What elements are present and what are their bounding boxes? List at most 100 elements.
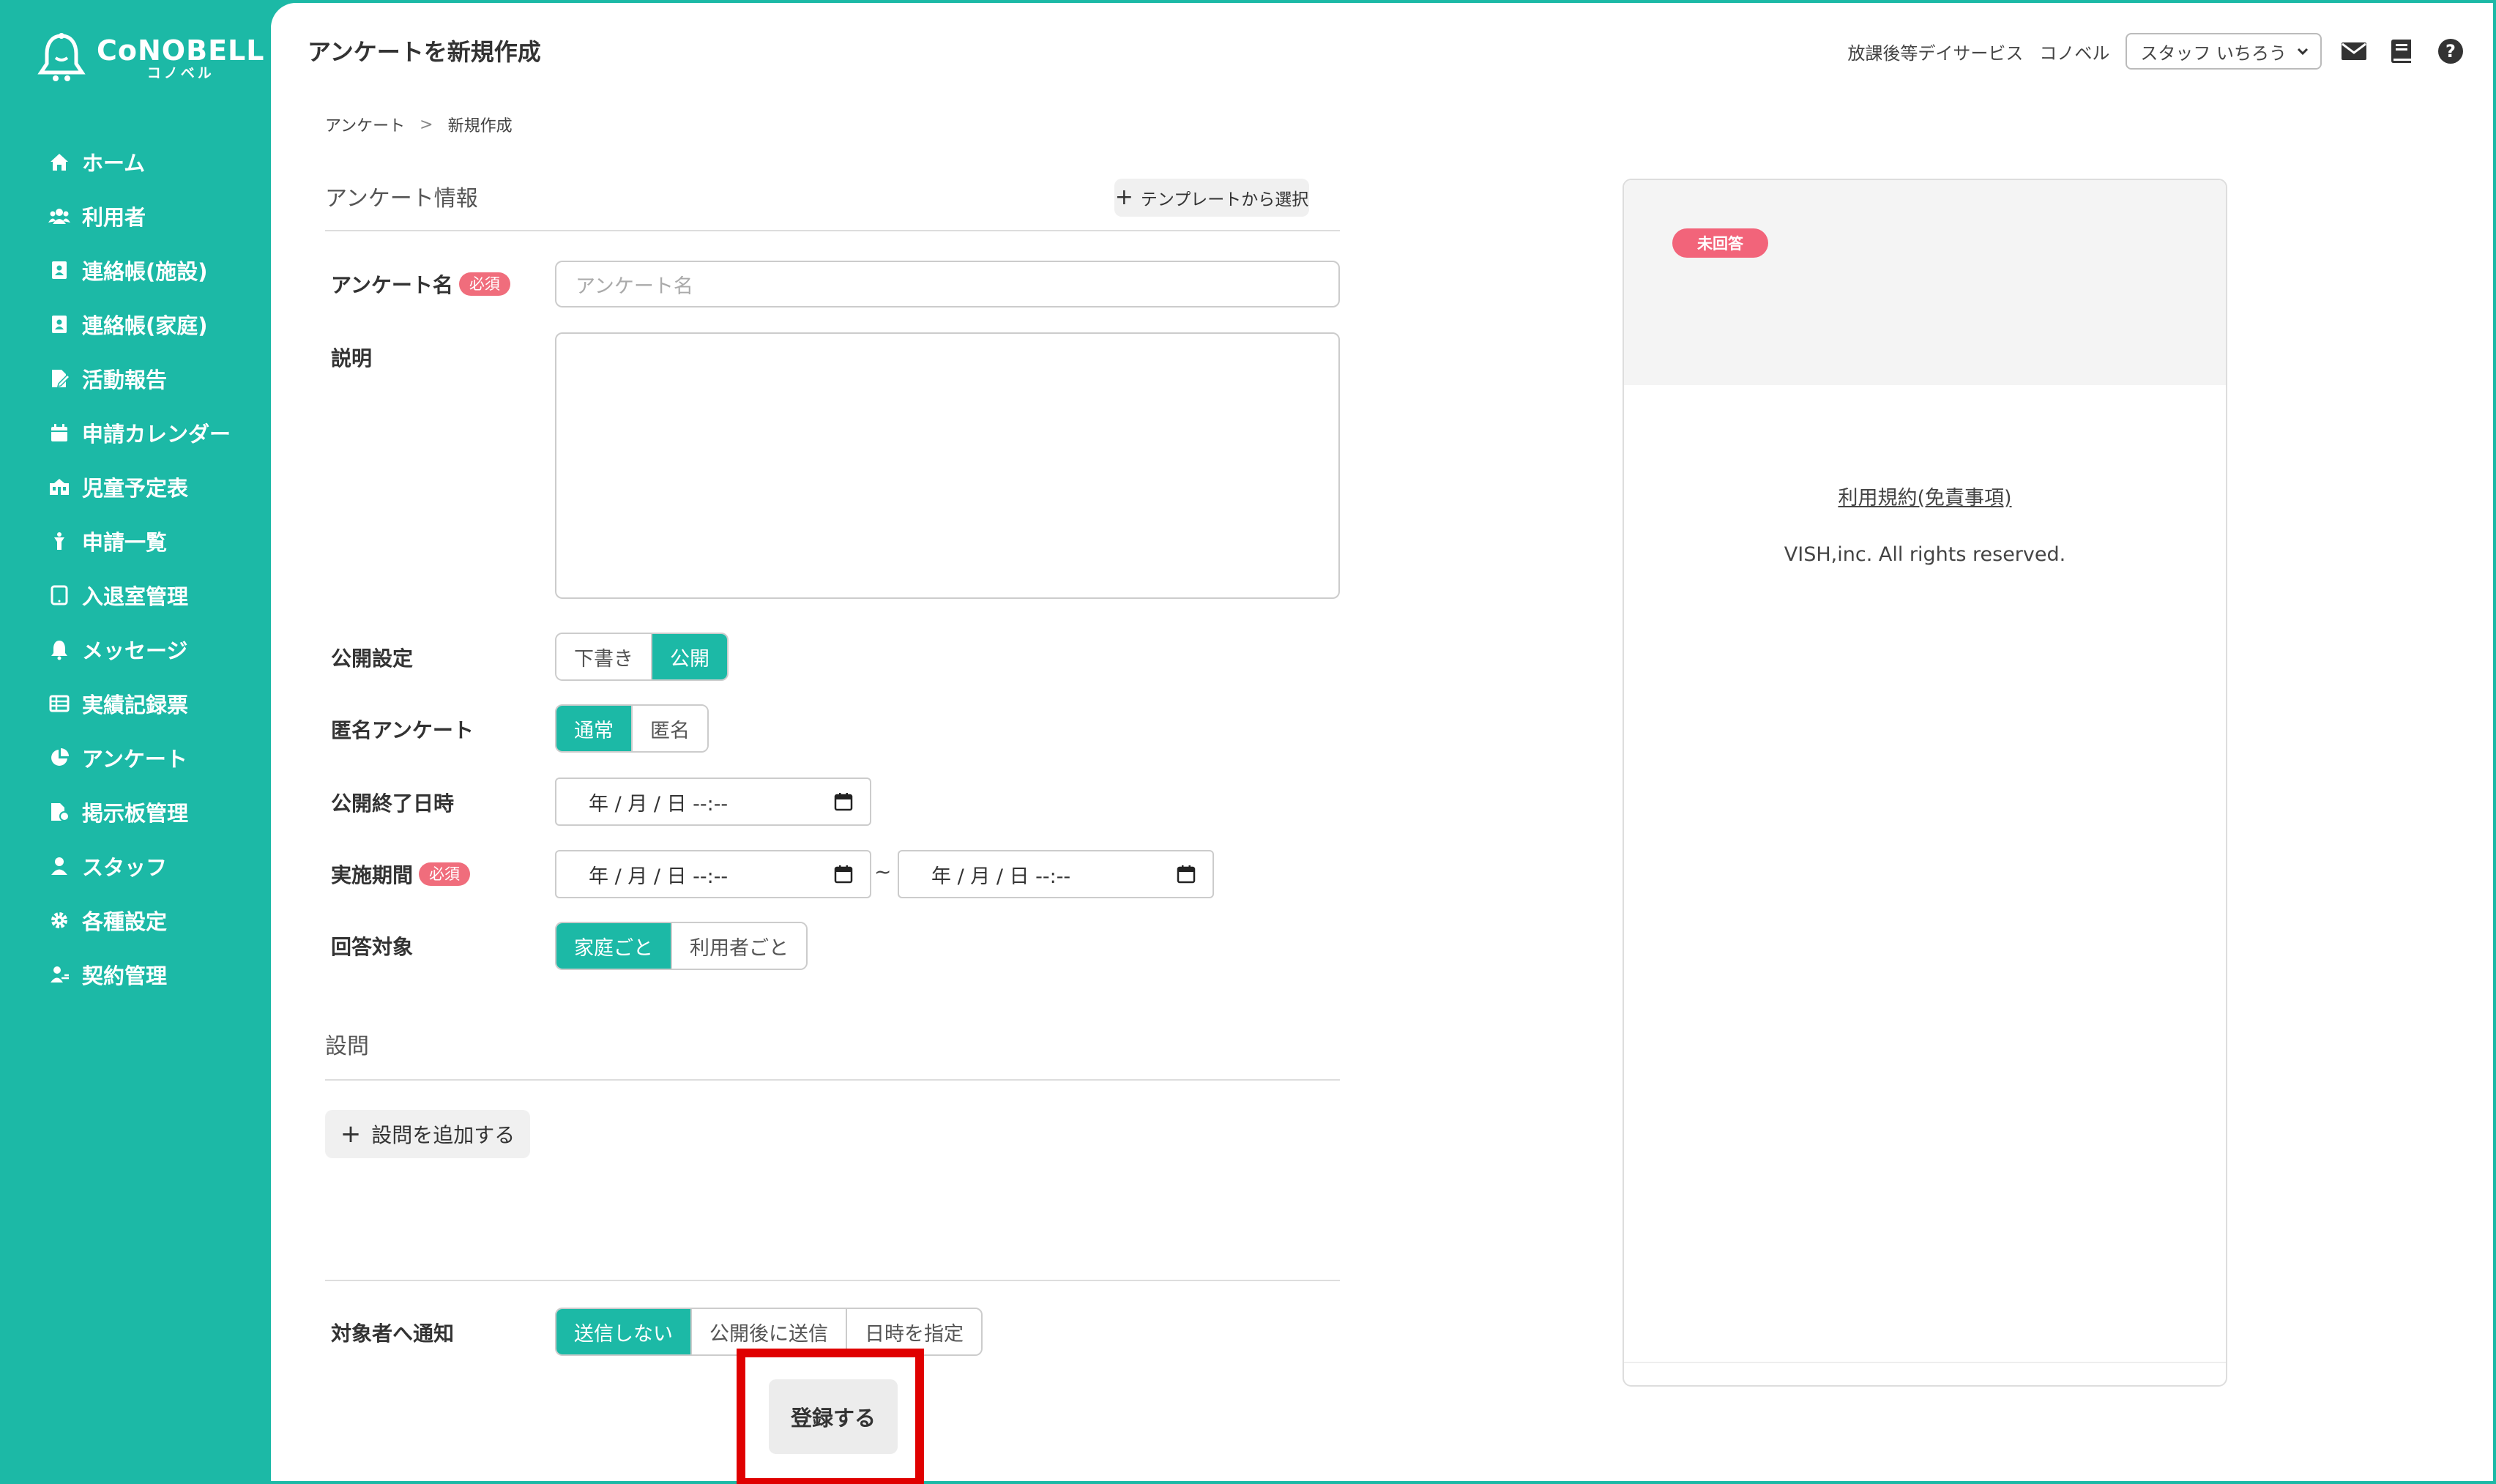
service-name: コノベル [2039,42,2110,64]
response-target-label: 回答対象 [331,935,414,959]
bell-icon [47,637,72,662]
anonymous-label: 匿名アンケート [331,718,474,742]
description-textarea[interactable] [555,332,1340,599]
sidebar-item-label: 連絡帳(施設) [82,259,208,284]
required-badge: 必須 [419,862,471,886]
sidebar-item-activity-report[interactable]: 活動報告 [47,351,231,406]
sidebar-item-label: 連絡帳(家庭) [82,313,208,338]
users-icon [47,204,72,228]
response-target-toggle: 家庭ごと 利用者ごと [555,922,808,970]
sidebar-item-label: 入退室管理 [82,584,189,609]
sidebar-item-request-list[interactable]: 申請一覧 [47,514,231,568]
sidebar-item-label: 実績記録票 [82,693,189,717]
svg-text:?: ? [2445,41,2456,61]
target-option-user[interactable]: 利用者ごと [672,923,806,969]
sidebar-item-child-schedule[interactable]: 児童予定表 [47,460,231,514]
publish-option-draft[interactable]: 下書き [556,634,652,679]
add-question-label: 設問を追加する [371,1123,515,1147]
request-icon [47,529,72,553]
publish-end-datetime-input[interactable]: 年 / 月 / 日 --:-- [555,778,871,826]
sidebar-item-survey[interactable]: アンケート [47,731,231,785]
anonymous-option-normal[interactable]: 通常 [556,706,633,751]
period-separator: ~ [874,860,892,884]
notify-option-schedule[interactable]: 日時を指定 [847,1309,981,1354]
breadcrumb-item-survey[interactable]: アンケート [325,113,405,136]
add-question-button[interactable]: + 設問を追加する [325,1110,530,1158]
sidebar-item-settings[interactable]: 各種設定 [47,893,231,947]
table-icon [47,691,72,716]
status-badge: 未回答 [1672,228,1768,258]
survey-name-label: アンケート名 必須 [331,269,510,299]
select-template-label: テンプレートから選択 [1140,190,1309,209]
publish-setting-toggle: 下書き 公開 [555,633,729,681]
sidebar-item-home[interactable]: ホーム [47,135,231,189]
survey-name-input[interactable]: アンケート名 [555,261,1340,307]
calendar-icon[interactable] [833,864,854,884]
target-option-household[interactable]: 家庭ごと [556,923,672,969]
publish-option-public[interactable]: 公開 [652,634,727,679]
section-title: アンケート情報 [325,186,478,212]
notify-option-after-publish[interactable]: 公開後に送信 [692,1309,847,1354]
staff-select[interactable]: スタッフ いちろう [2126,33,2322,70]
book-icon[interactable] [2386,35,2418,67]
brand-name: CoNOBELL [97,34,265,67]
terms-link[interactable]: 利用規約(免責事項) [1624,482,2226,510]
anonymous-option-anonymous[interactable]: 匿名 [633,706,707,751]
bell-logo-icon [37,33,86,81]
period-start-datetime-input[interactable]: 年 / 月 / 日 --:-- [555,850,871,898]
description-label: 説明 [331,346,373,370]
staff-icon [47,854,72,879]
survey-preview: 未回答 利用規約(免責事項) VISH,inc. All rights rese… [1623,179,2227,1387]
sidebar-item-label: ホーム [82,151,146,176]
publish-end-label: 公開終了日時 [331,791,455,816]
publish-setting-label: 公開設定 [331,646,414,671]
home-icon [47,149,72,174]
preview-header: 未回答 [1624,180,2226,385]
gear-icon [47,908,72,933]
brand-sub: コノベル [146,65,215,81]
sidebar-item-staff[interactable]: スタッフ [47,839,231,893]
breadcrumb-separator: > [420,115,433,134]
sidebar-item-board-management[interactable]: 掲示板管理 [47,785,231,839]
contract-icon [47,962,72,987]
sidebar-item-label: アンケート [82,747,187,772]
register-button[interactable]: 登録する [769,1379,898,1454]
board-icon [47,799,72,824]
help-icon[interactable]: ? [2434,35,2467,67]
sidebar-item-contact-facility[interactable]: 連絡帳(施設) [47,243,231,297]
calendar-icon[interactable] [1176,864,1196,884]
sidebar-item-request-calendar[interactable]: 申請カレンダー [47,406,231,460]
sidebar-item-label: 申請一覧 [82,530,168,555]
sidebar-item-label: メッセージ [82,638,188,663]
sidebar-item-contact-home[interactable]: 連絡帳(家庭) [47,297,231,351]
section-title: 設問 [325,1034,369,1059]
contact-book-icon [47,258,72,283]
sidebar-item-attendance[interactable]: 入退室管理 [47,568,231,622]
datetime-placeholder: 年 / 月 / 日 --:-- [931,865,1071,888]
sidebar-item-message[interactable]: メッセージ [47,622,231,676]
copyright-text: VISH,inc. All rights reserved. [1784,543,2066,566]
select-template-button[interactable]: + テンプレートから選択 [1114,179,1309,217]
notify-option-none[interactable]: 送信しない [556,1309,692,1354]
plus-icon: + [340,1119,362,1149]
main-panel: アンケートを新規作成 放課後等デイサービス コノベル スタッフ いちろう ? ア… [271,3,2493,1484]
breadcrumb-item-new: 新規作成 [447,117,513,135]
mail-icon[interactable] [2338,35,2370,67]
preview-footer-divider [1624,1362,2226,1363]
sidebar-item-contract[interactable]: 契約管理 [47,947,231,1002]
sidebar-item-performance-record[interactable]: 実績記録票 [47,676,231,731]
divider [325,1280,1340,1281]
calendar-icon [47,420,72,445]
calendar-icon[interactable] [833,791,854,812]
sidebar-nav: ホーム 利用者 連絡帳(施設) 連絡帳(家庭) 活動報告 申請カレンダー 児童予… [47,135,231,1002]
sidebar-item-label: 各種設定 [82,909,168,934]
datetime-placeholder: 年 / 月 / 日 --:-- [589,865,729,888]
logo[interactable]: CoNOBELL コノベル [37,29,264,88]
sidebar-item-label: 申請カレンダー [82,422,231,447]
survey-name-label-text: アンケート名 [331,273,453,297]
sidebar-item-users[interactable]: 利用者 [47,189,231,243]
sidebar-item-label: 活動報告 [82,368,168,392]
contact-book-icon [47,312,72,337]
period-label-text: 実施期間 [331,863,414,887]
period-end-datetime-input[interactable]: 年 / 月 / 日 --:-- [898,850,1214,898]
